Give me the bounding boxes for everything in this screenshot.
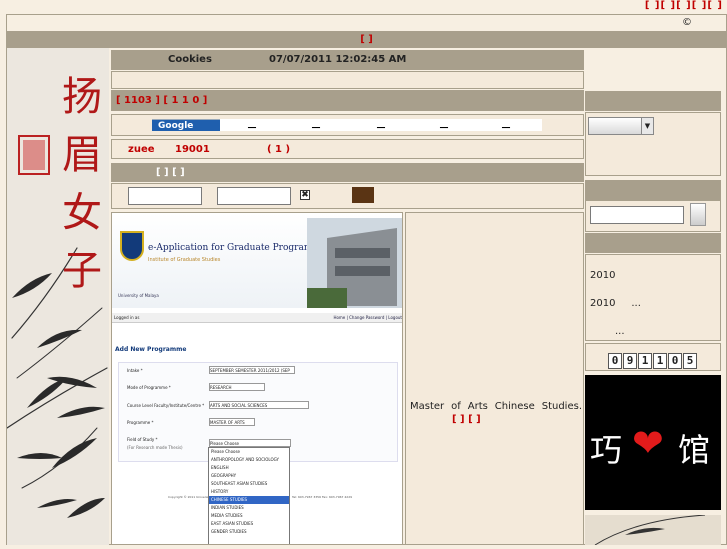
right-select[interactable]: ▼	[588, 117, 654, 135]
news-item[interactable]: 2010	[590, 270, 615, 281]
calligraphy-title: 扬 眉 女 子	[57, 68, 107, 300]
field-of-study-select[interactable]: Please Choose	[209, 439, 291, 447]
right-search-panel	[585, 200, 721, 232]
banner-subtitle: Institute of Graduate Studies	[148, 257, 221, 263]
left-artwork: 扬 眉 女 子	[7, 48, 109, 545]
cookies-label: Cookies	[168, 54, 212, 65]
login-button[interactable]	[352, 187, 374, 203]
dropdown-option[interactable]: HISTORY	[209, 488, 289, 496]
counter-digit: 5	[683, 353, 697, 369]
field-of-study-dropdown[interactable]: Please Choose ANTHROPOLOGY AND SOCIOLOGY…	[208, 447, 290, 544]
user-name[interactable]: zuee	[128, 140, 155, 160]
counter-digit: 0	[668, 353, 682, 369]
right-header-3	[585, 233, 721, 253]
dropdown-option[interactable]: EAST ASIAN STUDIES	[209, 520, 289, 528]
logged-in-label: Logged in as	[114, 315, 140, 320]
logo-right-char: 馆	[678, 431, 711, 469]
calligraphy-char: 女	[62, 190, 102, 236]
programme-select[interactable]: MASTER OF ARTS	[209, 418, 255, 426]
right-search-button[interactable]	[690, 203, 706, 226]
faculty-select[interactable]: ARTS AND SOCIAL SCIENCES	[209, 401, 309, 409]
copyright-row: ©	[7, 15, 726, 31]
right-header-1	[585, 91, 721, 111]
application-banner: e-Application for Graduate Programmes In…	[112, 213, 402, 308]
university-name: University of Malaya	[118, 293, 159, 298]
login-strip: Logged in as Home | Change Password | Lo…	[112, 313, 402, 323]
footer-line: Tel: 603-7967 3356 Fax: 603-7967 4229	[292, 495, 353, 499]
footer-left: Copyright © 2011 University of Malaya, 5…	[168, 495, 208, 499]
calligraphy-char: 眉	[62, 132, 102, 178]
field-label: Intake *	[127, 368, 143, 373]
visit-counter: 091105	[585, 343, 721, 371]
right-search-input[interactable]	[590, 206, 684, 224]
nav-links[interactable]: [ ]	[360, 34, 373, 45]
dropdown-option[interactable]: GEOGRAPHY	[209, 472, 289, 480]
dropdown-option[interactable]: ENGLISH	[209, 464, 289, 472]
field-label: Programme *	[127, 420, 154, 425]
right-panel-1: ▼	[585, 112, 721, 176]
logo-left-char: 巧	[590, 431, 623, 469]
username-input[interactable]	[128, 187, 202, 205]
article-links[interactable]: [ ] [ ]	[452, 414, 481, 425]
dropdown-option-selected[interactable]: CHINESE STUDIES	[209, 496, 289, 504]
stats-bar: [ 1103 ] [ 1 1 0 ]	[111, 90, 584, 111]
right-header-2	[585, 180, 721, 200]
footer-line: Copyright © 2011 University of Malaya, 5…	[168, 495, 208, 499]
field-label: Course Level Faculty/Institute/Centre *	[127, 403, 205, 408]
user-id: 19001	[175, 144, 210, 155]
status-bar: Cookies 07/07/2011 12:02:45 AM	[111, 50, 584, 70]
search-tabs: Google __ __ __ __ __	[152, 119, 542, 131]
copyright-text: ©	[682, 17, 692, 28]
field-label: Mode of Programme *	[127, 385, 171, 390]
nav-bar: [ ]	[7, 31, 726, 48]
login-links[interactable]: [ ] [ ]	[156, 163, 185, 182]
login-bar: [ ] [ ]	[111, 163, 584, 182]
search-panel: Google __ __ __ __ __	[111, 114, 584, 136]
field-note: (For Research mode Thesis)	[127, 445, 183, 450]
dropdown-option[interactable]: INDIAN STUDIES	[209, 504, 289, 512]
blank-panel	[111, 71, 584, 89]
footer-right: Tel: 603-7967 3356 Fax: 603-7967 4229	[292, 495, 402, 499]
counter-digit: 1	[653, 353, 667, 369]
heart-icon: ❤	[632, 421, 664, 465]
calligraphy-char: 子	[62, 248, 102, 294]
sponsor-banner[interactable]: 巧 ❤ 馆	[585, 375, 721, 510]
dropdown-option[interactable]: MEDIA STUDIES	[209, 512, 289, 520]
article-panel: Master of Arts Chinese Studies. [ ] [ ]	[405, 212, 584, 545]
university-crest	[120, 231, 144, 261]
news-panel: 2010 2010 ... ...	[585, 254, 721, 341]
dropdown-option[interactable]: Please Choose	[209, 448, 289, 456]
field-label: Field of Study *	[127, 437, 158, 442]
news-more[interactable]: ...	[615, 326, 625, 337]
dropdown-option[interactable]: ANTHROPOLOGY AND SOCIOLOGY	[209, 456, 289, 464]
google-logo[interactable]: Google	[152, 119, 220, 131]
chevron-down-icon[interactable]: ▼	[641, 118, 653, 134]
dropdown-option[interactable]: SOUTHEAST ASIAN STUDIES	[209, 480, 289, 488]
user-panel: zuee 19001 ( 1 )	[111, 139, 584, 159]
form-title: Add New Programme	[115, 346, 187, 353]
user-count: ( 1 )	[267, 144, 291, 155]
stats-line[interactable]: [ 1103 ] [ 1 1 0 ]	[116, 95, 207, 106]
dropdown-option[interactable]: GENDER STUDIES	[209, 528, 289, 536]
mode-select[interactable]: RESEARCH	[209, 383, 265, 391]
news-item[interactable]: 2010 ...	[590, 298, 641, 309]
account-links: Home | Change Password | Logout	[333, 315, 402, 320]
login-panel: ✖	[111, 183, 584, 209]
datetime-text: 07/07/2011 12:02:45 AM	[269, 54, 407, 65]
intake-select[interactable]: SEPTEMBER SEMESTER 2011/2012 (SEP 2011)	[209, 366, 295, 374]
calligraphy-char: 扬	[62, 74, 102, 120]
article-image: e-Application for Graduate Programmes In…	[111, 212, 403, 545]
building-photo	[307, 218, 402, 308]
article-text: Master of Arts Chinese Studies.	[410, 401, 582, 412]
bottom-art	[585, 514, 721, 546]
bamboo-painting	[594, 514, 706, 546]
counter-digit: 9	[623, 353, 637, 369]
password-input[interactable]	[217, 187, 291, 205]
top-links[interactable]: [ ][ ][ ][ ][ ]	[0, 0, 727, 14]
banner-title: e-Application for Graduate Programmes	[148, 243, 331, 253]
counter-digit: 0	[608, 353, 622, 369]
counter-digit: 1	[638, 353, 652, 369]
close-icon[interactable]: ✖	[300, 190, 310, 200]
